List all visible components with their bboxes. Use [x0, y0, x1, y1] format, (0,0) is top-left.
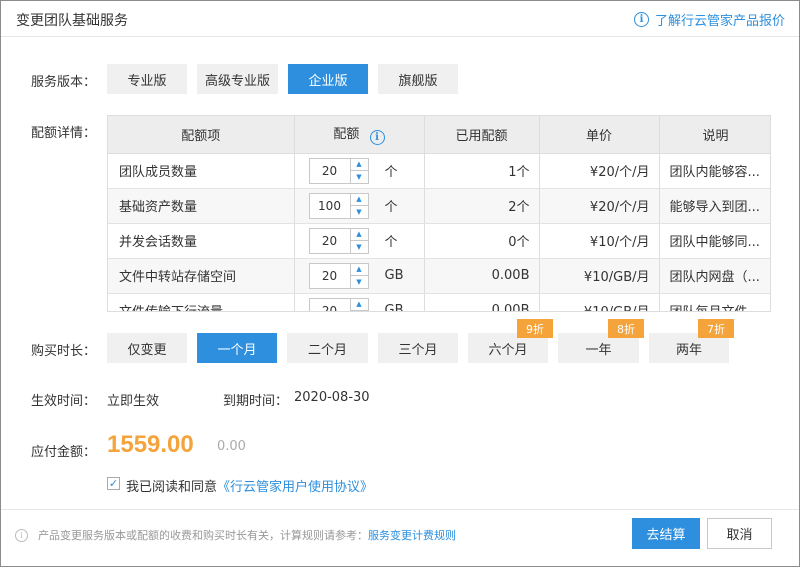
- table-row: 文件传输下行流量 ▲▼ GB 0.00B ¥10/GB/月 团队每月文件...: [108, 293, 770, 312]
- arrow-down-icon[interactable]: ▼: [351, 206, 368, 218]
- pricing-help-link[interactable]: i 了解行云管家产品报价: [633, 10, 785, 29]
- version-option-advanced[interactable]: 高级专业版: [197, 64, 278, 94]
- arrow-down-icon[interactable]: ▼: [351, 276, 368, 288]
- payment-label: 应付金额：: [31, 445, 97, 460]
- quota-item-name: 基础资产数量: [108, 188, 295, 224]
- unit-price: ¥10/GB/月: [539, 258, 660, 294]
- payment-original-amount: 0.00: [217, 439, 246, 454]
- quota-description: 团队每月文件...: [659, 293, 770, 311]
- arrow-down-icon[interactable]: ▼: [351, 311, 368, 312]
- arrow-up-icon[interactable]: ▲: [350, 159, 368, 171]
- quota-item-name: 并发会话数量: [108, 223, 295, 259]
- quota-description: 团队内网盘（...: [659, 258, 770, 294]
- used-quota: 0.00B: [424, 258, 540, 294]
- effective-time-label: 生效时间：: [31, 394, 97, 409]
- quota-item-name: 团队成员数量: [108, 153, 295, 189]
- duration-option-two-months[interactable]: 二个月: [287, 333, 368, 363]
- agreement-text: 我已阅读和同意: [126, 480, 218, 495]
- change-service-dialog: 变更团队基础服务 i 了解行云管家产品报价 服务版本： 专业版 高级专业版 企业…: [0, 0, 800, 567]
- header-quota-text: 配额: [333, 127, 360, 143]
- quota-stepper[interactable]: ▲▼: [308, 192, 369, 219]
- cancel-button[interactable]: 取消: [707, 518, 772, 549]
- footer-info: i 产品变更服务版本或配额的收费和购买时长有关，计算规则请参考： 服务变更计费规…: [15, 527, 456, 543]
- unit-price: ¥10/个/月: [539, 223, 660, 259]
- used-quota: 1个: [424, 153, 540, 189]
- table-row: 并发会话数量 ▲▼ 个 0个 ¥10/个/月 团队中能够同...: [108, 223, 770, 259]
- quota-stepper[interactable]: ▲▼: [308, 262, 369, 289]
- used-quota: 0个: [424, 223, 540, 259]
- header-quota: 配额 i: [294, 116, 425, 154]
- expire-time-label: 到期时间：: [223, 394, 289, 409]
- arrow-up-icon[interactable]: ▲: [350, 194, 368, 206]
- duration-option-one-month[interactable]: 一个月: [197, 333, 277, 363]
- used-quota: 2个: [424, 188, 540, 224]
- duration-label: 购买时长：: [31, 344, 97, 359]
- header-quota-item: 配额项: [108, 116, 295, 154]
- arrow-down-icon[interactable]: ▼: [351, 241, 368, 253]
- quota-item-name: 文件中转站存储空间: [108, 258, 295, 294]
- quota-unit: 个: [384, 235, 398, 250]
- agreement-link[interactable]: 《行云管家用户使用协议》: [217, 480, 373, 495]
- payment-amount: 1559.00: [107, 431, 194, 458]
- quota-table: 配额项 配额 i 已用配额 单价 说明 团队成员数量 ▲▼: [108, 116, 770, 312]
- billing-rule-link[interactable]: 服务变更计费规则: [368, 527, 456, 543]
- arrow-up-icon[interactable]: ▲: [350, 299, 368, 311]
- info-circle-icon[interactable]: i: [369, 130, 385, 146]
- unit-price: ¥20/个/月: [539, 153, 660, 189]
- table-row: 基础资产数量 ▲▼ 个 2个 ¥20/个/月 能够导入到团...: [108, 188, 770, 224]
- unit-price: ¥20/个/月: [539, 188, 660, 224]
- used-quota: 0.00B: [424, 293, 540, 311]
- discount-badge-six-months: 9折: [517, 319, 553, 338]
- header-used: 已用配额: [424, 116, 540, 154]
- table-row: 文件中转站存储空间 ▲▼ GB 0.00B ¥10/GB/月 团队内网盘（...: [108, 258, 770, 294]
- arrow-down-icon[interactable]: ▼: [351, 171, 368, 183]
- quota-input[interactable]: [309, 263, 350, 288]
- quota-description: 能够导入到团...: [659, 188, 770, 224]
- discount-badge-two-years: 7折: [698, 319, 734, 338]
- header-divider: [1, 36, 799, 37]
- quota-details-label: 配额详情：: [31, 126, 97, 141]
- header-description: 说明: [659, 116, 770, 154]
- quota-description: 团队中能够同...: [659, 223, 770, 259]
- quota-stepper[interactable]: ▲▼: [308, 227, 369, 254]
- quota-item-name: 文件传输下行流量: [108, 293, 295, 311]
- arrow-up-icon[interactable]: ▲: [350, 229, 368, 241]
- quota-stepper[interactable]: ▲▼: [308, 157, 369, 184]
- dialog-title: 变更团队基础服务: [16, 13, 128, 29]
- discount-badge-one-year: 8折: [608, 319, 644, 338]
- quota-table-container[interactable]: 配额项 配额 i 已用配额 单价 说明 团队成员数量 ▲▼: [107, 115, 771, 312]
- footer-info-text: 产品变更服务版本或配额的收费和购买时长有关，计算规则请参考：: [38, 529, 368, 542]
- version-option-professional[interactable]: 专业版: [107, 64, 187, 94]
- expire-time-value: 2020-08-30: [294, 390, 370, 405]
- quota-input[interactable]: [309, 193, 350, 218]
- quota-input[interactable]: [309, 158, 350, 183]
- duration-option-change-only[interactable]: 仅变更: [107, 333, 187, 363]
- quota-unit: GB: [384, 268, 404, 283]
- version-option-flagship[interactable]: 旗舰版: [378, 64, 458, 94]
- quota-input[interactable]: [309, 298, 350, 311]
- check-icon: ✓: [108, 477, 119, 490]
- agreement-checkbox[interactable]: ✓: [107, 477, 120, 490]
- header-unit-price: 单价: [539, 116, 660, 154]
- quota-description: 团队内能够容...: [659, 153, 770, 189]
- version-option-enterprise[interactable]: 企业版: [288, 64, 368, 94]
- footer-divider: [1, 509, 799, 510]
- service-version-label: 服务版本：: [31, 75, 97, 90]
- quota-unit: 个: [384, 165, 398, 180]
- duration-option-three-months[interactable]: 三个月: [378, 333, 458, 363]
- arrow-up-icon[interactable]: ▲: [350, 264, 368, 276]
- quota-unit: 个: [384, 200, 398, 215]
- pricing-help-text: 了解行云管家产品报价: [654, 14, 785, 29]
- table-row: 团队成员数量 ▲▼ 个 1个 ¥20/个/月 团队内能够容...: [108, 153, 770, 189]
- quota-stepper[interactable]: ▲▼: [308, 297, 369, 312]
- quota-table-header: 配额项 配额 i 已用配额 单价 说明: [108, 116, 770, 154]
- effective-time-value: 立即生效: [107, 394, 160, 409]
- quota-input[interactable]: [309, 228, 350, 253]
- agreement-text-line: 我已阅读和同意《行云管家用户使用协议》: [126, 476, 373, 495]
- info-circle-icon: i: [633, 12, 649, 27]
- quota-unit: GB: [384, 303, 404, 312]
- unit-price: ¥10/GB/月: [539, 293, 660, 311]
- checkout-button[interactable]: 去结算: [632, 518, 700, 549]
- info-circle-icon: i: [15, 528, 28, 542]
